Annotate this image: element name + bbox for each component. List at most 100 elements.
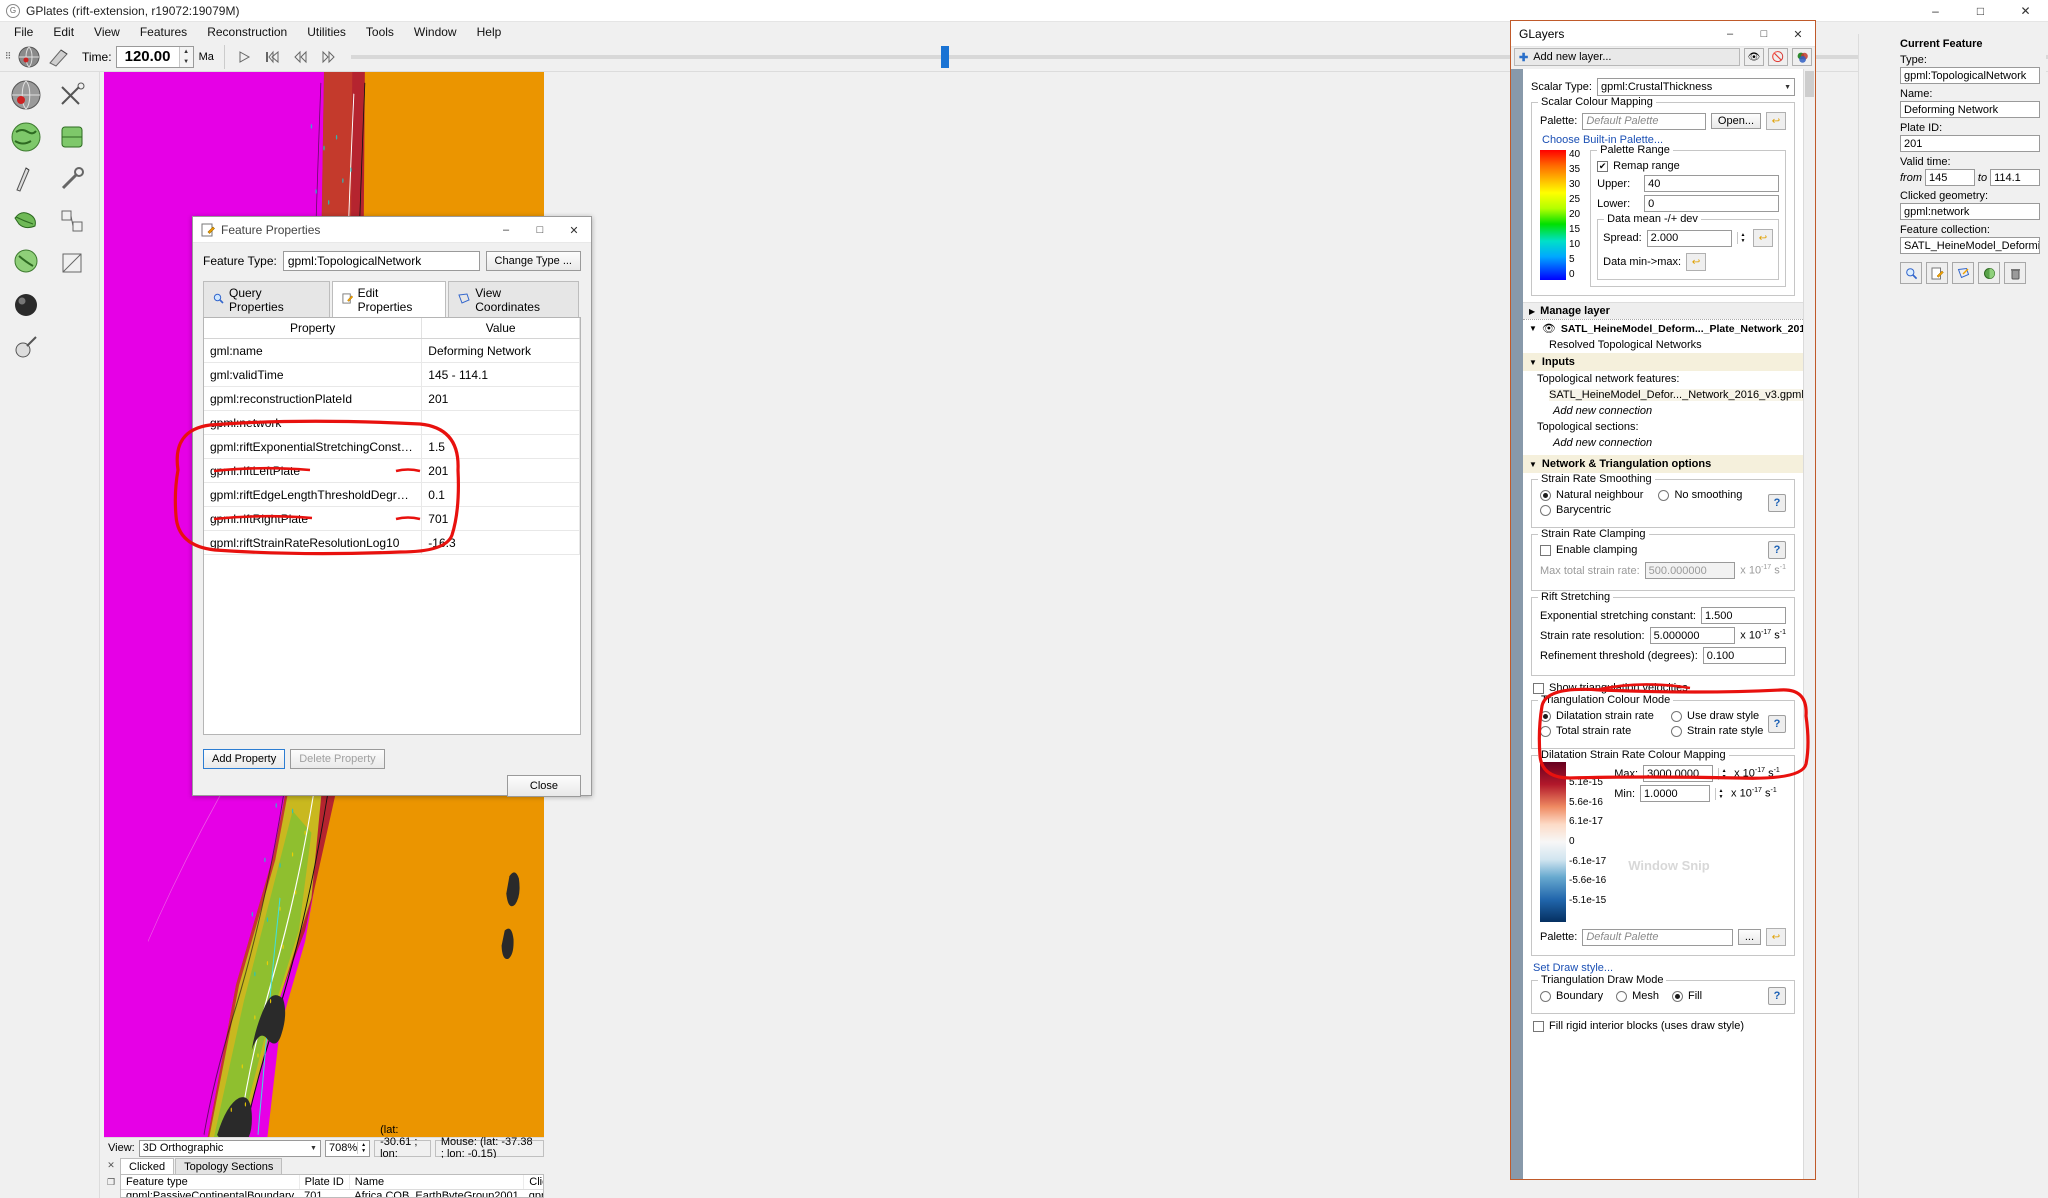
menu-tools[interactable]: Tools [356,23,404,41]
spread-spin-arrows[interactable]: ▲ ▼ [1737,232,1748,244]
property-row[interactable]: gpml:riftStrainRateResolutionLog10 -16.3 [204,530,580,555]
menu-file[interactable]: File [4,23,43,41]
chevron-right-icon[interactable]: ▶ [1529,307,1535,316]
property-row[interactable]: gpml:riftLeftPlate 201 [204,458,580,483]
menu-utilities[interactable]: Utilities [297,23,356,41]
layers-maximize-button[interactable]: □ [1747,21,1781,47]
layers-minimize-button[interactable]: – [1713,21,1747,47]
dilatation-palette-reset-icon[interactable]: ↩ [1766,928,1786,946]
feature-properties-window-controls[interactable]: – □ ✕ [489,217,591,243]
green-cube-tool-icon[interactable] [52,118,92,156]
dilatation-min-input[interactable]: 1.0000 [1640,785,1711,802]
spread-input[interactable]: 2.000 [1646,229,1732,247]
maximize-button[interactable]: □ [1958,0,2003,22]
dilatation-palette-input[interactable]: Default Palette [1582,928,1733,946]
scissors-tool-icon[interactable] [52,76,92,114]
layer-visibility-icon[interactable]: 👁 [1542,322,1556,335]
property-value[interactable]: 701 [421,506,580,531]
menu-features[interactable]: Features [130,23,197,41]
property-row[interactable]: gpml:riftExponentialStretchingConstant 1… [204,434,580,459]
radio-total-strain-rate[interactable] [1540,725,1551,737]
rewind-to-start-button[interactable] [259,45,287,69]
radio-strain-rate-style[interactable] [1671,725,1682,737]
edit-icon[interactable] [1926,262,1948,284]
menu-window[interactable]: Window [404,23,467,41]
chevron-down-icon[interactable]: ▼ [1529,460,1537,469]
clamping-help-icon[interactable]: ? [1768,541,1786,559]
draw-mode-help-icon[interactable]: ? [1768,987,1786,1005]
data-minmax-reset-icon[interactable]: ↩ [1686,253,1707,271]
time-spin-arrows[interactable]: ▲ ▼ [178,46,193,67]
cf-plate-id-value[interactable]: 201 [1900,135,2040,152]
step-forward-button[interactable] [315,45,343,69]
close-button[interactable]: ✕ [2003,0,2048,22]
add-new-layer-button[interactable]: ✚ Add new layer... [1514,48,1740,66]
property-row[interactable]: gpml:riftEdgeLengthThresholdDegrees 0.1 [204,482,580,507]
time-spinbox[interactable]: ▲ ▼ [115,45,194,68]
cf-from-value[interactable]: 145 [1925,169,1975,186]
layers-panel[interactable]: G Layers – □ ✕ ✚ Add new layer... 👁 🚫 Sc… [1510,20,1816,1180]
minimize-button[interactable]: – [1913,0,1958,22]
property-row[interactable]: gml:validTime 145 - 114.1 [204,362,580,387]
property-row[interactable]: gpml:riftRightPlate 701 [204,506,580,531]
chevron-down-icon[interactable]: ▼ [1529,324,1537,333]
dock-controls[interactable]: ✕ ❐ [104,1158,118,1198]
property-value[interactable]: -16.3 [421,530,580,555]
layers-scrollbar[interactable] [1803,69,1815,1179]
refinement-threshold-input[interactable]: 0.100 [1702,647,1786,664]
palette-input[interactable]: Default Palette [1582,112,1706,130]
select-icon[interactable] [1952,262,1974,284]
time-down-icon[interactable]: ▼ [180,57,193,67]
cf-clicked-geometry-value[interactable]: gpml:network [1900,203,2040,220]
dilatation-min-spin[interactable]: ▲ ▼ [1715,787,1726,800]
property-value[interactable]: 0.1 [421,482,580,507]
cf-name-value[interactable]: Deforming Network [1900,101,2040,118]
manage-layer-row[interactable]: ▶ Manage layer [1523,302,1803,319]
change-type-button[interactable]: Change Type ... [485,251,581,271]
tab-view-coordinates[interactable]: View Coordinates [448,281,579,317]
fill-rigid-row[interactable]: Fill rigid interior blocks (uses draw st… [1523,1020,1803,1032]
chevron-down-icon[interactable]: ▼ [1529,358,1537,367]
tab-edit-properties[interactable]: Edit Properties [331,281,447,317]
pen-tool-icon[interactable] [6,328,46,366]
layer-entry-row[interactable]: ▼ 👁 SATL_HeineModel_Deform..._Plate_Netw… [1523,320,1803,337]
scalar-type-combobox[interactable]: gpml:CrustalThickness ▼ [1596,78,1795,96]
radio-barycentric[interactable] [1540,504,1551,516]
node-tool-icon[interactable] [52,202,92,240]
exp-stretching-input[interactable]: 1.500 [1700,607,1786,624]
strain-rate-resolution-input[interactable]: 5.000000 [1649,627,1736,644]
property-value[interactable]: 201 [421,386,580,411]
fp-minimize-button[interactable]: – [489,217,523,243]
trash-icon[interactable] [2004,262,2026,284]
radio-no-smoothing[interactable] [1658,489,1670,501]
property-row[interactable]: gpml:network [204,410,580,435]
fp-maximize-button[interactable]: □ [523,217,557,243]
cf-type-value[interactable]: gpml:TopologicalNetwork [1900,67,2040,84]
property-value[interactable]: 145 - 114.1 [421,362,580,387]
remap-range-checkbox[interactable]: ✔ [1597,160,1609,172]
tab-topology-sections[interactable]: Topology Sections [175,1158,283,1174]
show-tri-velocities-row[interactable]: Show triangulation velocities [1523,682,1803,694]
dock-tabs[interactable]: Clicked Topology Sections [120,1158,544,1174]
network-feature-file-row[interactable]: SATL_HeineModel_Defor..._Network_2016_v3… [1523,387,1803,403]
radio-dilatation-strain-rate[interactable] [1540,710,1551,722]
dock-float-icon[interactable]: ❐ [107,1177,115,1188]
property-row[interactable]: gml:name Deforming Network [204,338,580,363]
palette-open-button[interactable]: Open... [1710,113,1761,129]
menu-edit[interactable]: Edit [43,23,84,41]
feature-properties-dialog[interactable]: Feature Properties – □ ✕ Feature Type: g… [192,216,592,797]
delete-property-button[interactable]: Delete Property [290,749,385,769]
globe-tool-icon[interactable] [6,76,46,114]
colour-mode-help-icon[interactable]: ? [1768,714,1786,733]
globe-icon[interactable] [15,44,43,70]
tree-tool-icon[interactable] [6,244,46,282]
dilatation-max-input[interactable]: 3000.0000 [1643,765,1714,782]
scrollbar-thumb[interactable] [1805,71,1814,97]
toolbar-grip[interactable]: ⠿ [2,44,14,70]
network-options-header-row[interactable]: ▼ Network & Triangulation options [1523,455,1803,473]
fill-rigid-checkbox[interactable] [1533,1020,1544,1032]
layers-scroll-area[interactable]: Scalar Type: gpml:CrustalThickness ▼ Sca… [1511,69,1815,1179]
radio-fill[interactable] [1672,990,1683,1002]
wrench-tool-icon[interactable] [52,160,92,198]
zoom-spinbox[interactable]: 708% ▲ ▼ [324,1139,371,1157]
